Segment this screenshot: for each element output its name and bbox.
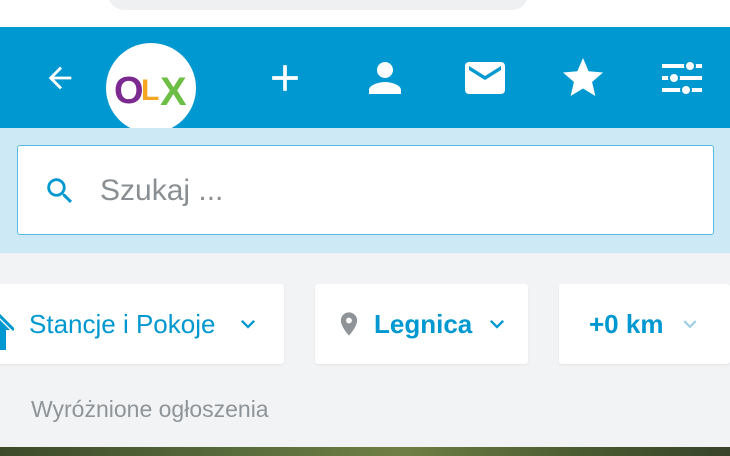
account-button[interactable]: [355, 27, 415, 128]
star-icon: [563, 57, 603, 96]
location-filter-label: Legnica: [374, 308, 473, 339]
chevron-down-icon: [241, 320, 255, 329]
mail-icon: [465, 61, 505, 94]
location-filter-chip[interactable]: Legnica: [315, 284, 528, 364]
add-listing-button[interactable]: [255, 27, 315, 128]
messages-button[interactable]: [455, 27, 515, 128]
svg-text:O: O: [114, 70, 144, 112]
distance-filter-chip[interactable]: +0 km: [559, 284, 730, 364]
category-filter-chip[interactable]: Stancje i Pokoje: [0, 284, 284, 364]
search-area: [0, 128, 730, 253]
chevron-down-icon: [490, 320, 504, 329]
location-pin-icon: [340, 312, 358, 336]
filter-sliders-icon: [662, 59, 702, 96]
filters-button[interactable]: [652, 27, 712, 128]
browser-top-strip: [0, 0, 730, 27]
url-bar[interactable]: [108, 0, 528, 10]
distance-filter-label: +0 km: [589, 308, 664, 339]
back-button[interactable]: [30, 27, 90, 128]
chevron-down-icon: [683, 320, 697, 329]
search-icon: [47, 178, 73, 204]
olx-logo-mark: O L X: [114, 70, 187, 113]
back-arrow-icon: [48, 66, 72, 89]
plus-icon: [272, 64, 298, 91]
search-input[interactable]: [98, 146, 692, 236]
svg-text:X: X: [160, 70, 187, 113]
category-filter-label: Stancje i Pokoje: [29, 308, 216, 339]
search-box[interactable]: [17, 145, 714, 236]
person-icon: [369, 61, 401, 94]
house-icon: [0, 313, 14, 350]
app-header: O L X: [0, 27, 730, 133]
listing-photo[interactable]: [0, 447, 730, 456]
favorites-button[interactable]: [553, 27, 613, 128]
svg-text:L: L: [141, 74, 159, 107]
featured-listings-heading: Wyróżnione ogłoszenia: [31, 396, 269, 422]
olx-logo[interactable]: O L X: [106, 43, 196, 133]
